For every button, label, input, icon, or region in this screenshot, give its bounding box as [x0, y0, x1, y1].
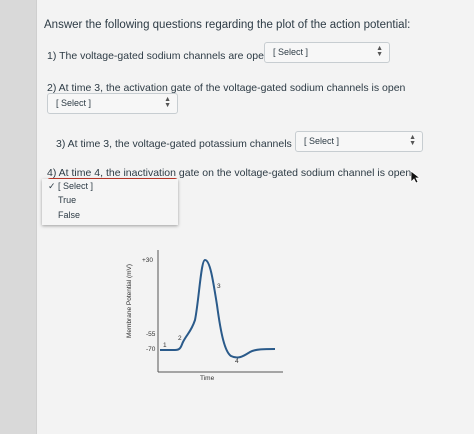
- dropdown-option-select[interactable]: ✓ [ Select ]: [48, 181, 93, 192]
- question-2-select[interactable]: [ Select ] ▲ ▼: [47, 93, 178, 114]
- question-1-text: 1) The voltage-gated sodium channels are…: [47, 50, 291, 62]
- x-axis-label: Time: [200, 375, 215, 382]
- select-label: [ Select ]: [56, 98, 92, 108]
- mouse-cursor-icon: [410, 170, 420, 184]
- question-4-dropdown-list: ✓ [ Select ] True False: [42, 179, 178, 225]
- membrane-potential-curve: [160, 258, 276, 359]
- y-axis-label: Membrane Potential (mV): [126, 263, 133, 338]
- tick-plus30: +30: [142, 257, 154, 264]
- question-1-select[interactable]: [ Select ] ▲ ▼: [264, 42, 390, 63]
- dropdown-option-false[interactable]: False: [58, 210, 80, 220]
- question-3-select[interactable]: [ Select ] ▲ ▼: [295, 131, 423, 152]
- select-arrows-icon: ▲▼: [409, 134, 416, 147]
- select-label: [ Select ]: [273, 47, 309, 57]
- action-potential-plot: [157, 250, 283, 373]
- tick-minus70: -70: [146, 346, 156, 353]
- dropdown-option-true[interactable]: True: [58, 195, 76, 205]
- point-1-label: 1: [163, 342, 167, 349]
- select-label: [ Select ]: [304, 136, 340, 146]
- select-arrows-icon: ▲▼: [164, 96, 171, 109]
- point-4-label: 4: [235, 358, 239, 365]
- point-2-label: 2: [178, 335, 182, 342]
- tick-minus55: -55: [146, 331, 156, 338]
- point-3-label: 3: [217, 283, 221, 290]
- select-arrows-icon: ▲▼: [376, 45, 383, 58]
- question-prompt: Answer the following questions regarding…: [44, 19, 411, 31]
